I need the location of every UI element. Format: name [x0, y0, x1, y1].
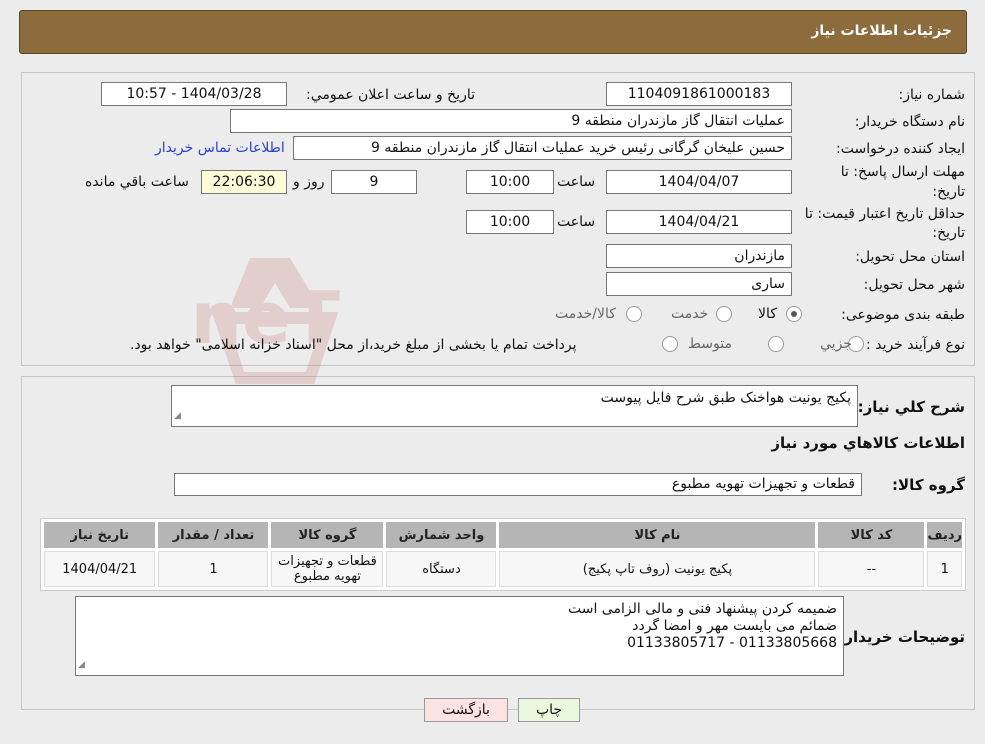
process-radio-medium[interactable]: [768, 336, 784, 352]
col-unit-header: واحد شمارش: [386, 522, 497, 548]
category-label: طبقه بندی موضوعی:: [841, 307, 965, 323]
need-number-label: شماره نیاز:: [898, 87, 966, 103]
buyer-contact-link[interactable]: اطلاعات تماس خريدار: [155, 140, 285, 156]
table-header-row: رديف کد کالا نام کالا واحد شمارش گروه کا…: [44, 522, 962, 548]
print-button[interactable]: چاپ: [518, 698, 580, 722]
category-goods-service-label: کالا/خدمت: [555, 306, 616, 322]
summary-field[interactable]: پکیج یونیت هواخنک طبق شرح فایل پیوست ◢: [171, 385, 858, 427]
resize-grip-icon[interactable]: ◢: [78, 657, 85, 674]
days-label: روز و: [293, 174, 325, 190]
col-row-header: رديف: [927, 522, 962, 548]
buyer-org-label: نام دستگاه خريدار:: [854, 114, 965, 130]
back-button[interactable]: بازگشت: [424, 698, 508, 722]
col-name-header: نام کالا: [499, 522, 816, 548]
price-validity-date: 1404/04/21: [606, 210, 792, 234]
announce-datetime-label: تاریخ و ساعت اعلان عمومي:: [306, 87, 475, 103]
category-radio-goods-service[interactable]: [626, 306, 642, 322]
city-field: ساری: [606, 272, 792, 296]
category-goods-label: کالا: [758, 306, 777, 322]
cell-date: 1404/04/21: [44, 551, 156, 587]
reply-deadline-label: مهلت ارسال پاسخ: تا: [840, 164, 965, 180]
requester-field: حسین علیخان گرگانی رئیس خرید عملیات انتق…: [293, 136, 792, 160]
city-label: شهر محل تحويل:: [863, 277, 965, 293]
requester-label: ايجاد کننده درخواست:: [836, 141, 965, 157]
reply-days-field: 9: [331, 170, 417, 194]
purchase-process-label: نوع فرآيند خريد :: [866, 337, 965, 353]
cell-name: پکیج یونیت (روف تاپ پکیج): [499, 551, 816, 587]
col-code-header: کد کالا: [818, 522, 925, 548]
summary-label: شرح کلي نياز:: [857, 398, 965, 416]
goods-section-title: اطلاعات کالاهاي مورد نياز: [771, 434, 965, 452]
page-title: جزئیات اطلاعات نیاز: [811, 23, 952, 39]
reply-deadline-date: 1404/04/07: [606, 170, 792, 194]
summary-text: پکیج یونیت هواخنک طبق شرح فایل پیوست: [600, 390, 851, 406]
province-label: استان محل تحويل:: [855, 249, 965, 265]
process-medium-label: متوسط: [688, 336, 732, 352]
reply-deadline-label-2: تاريخ:: [932, 184, 965, 200]
cell-unit: دستگاه: [386, 551, 497, 587]
buyer-org-field: عملیات انتقال گاز مازندران منطقه 9: [230, 109, 792, 133]
goods-group-field: قطعات و تجهیزات تهویه مطبوع: [174, 473, 862, 496]
col-date-header: تاريخ نياز: [44, 522, 156, 548]
price-validity-label-2: تاريخ:: [932, 225, 965, 241]
cell-code: --: [818, 551, 925, 587]
reply-deadline-time: 10:00: [466, 170, 554, 194]
remaining-time-field: 22:06:30: [201, 170, 287, 194]
need-number-field: 1104091861000183: [606, 82, 792, 106]
price-validity-label: حداقل تاريخ اعتبار قيمت: تا: [804, 206, 965, 222]
goods-group-label: گروه کالا:: [892, 476, 965, 494]
province-field: مازندران: [606, 244, 792, 268]
table-row: 1 -- پکیج یونیت (روف تاپ پکیج) دستگاه قط…: [44, 551, 962, 587]
category-service-label: خدمت: [671, 306, 709, 322]
cell-qty: 1: [158, 551, 269, 587]
page-header: جزئیات اطلاعات نیاز: [19, 10, 967, 54]
buyer-notes-label: توضيحات خريدار:: [838, 628, 965, 646]
treasury-note: پرداخت تمام يا بخشی از مبلغ خريد،از محل …: [130, 337, 577, 353]
price-validity-time: 10:00: [466, 210, 554, 234]
buyer-notes-line-3: 01133805668 - 01133805717: [627, 635, 837, 651]
category-radio-service[interactable]: [716, 306, 732, 322]
remaining-label: ساعت باقي مانده: [85, 174, 189, 190]
col-group-header: گروه کالا: [271, 522, 384, 548]
buyer-notes-line-1: ضمیمه کردن پیشنهاد فنی و مالی الزامی است: [567, 601, 837, 617]
col-qty-header: تعداد / مقدار: [158, 522, 269, 548]
resize-grip-icon[interactable]: ◢: [174, 408, 181, 425]
announce-datetime-field: 1404/03/28 - 10:57: [101, 82, 287, 106]
reply-time-label: ساعت: [557, 174, 596, 190]
cell-row: 1: [927, 551, 962, 587]
buyer-notes-line-2: ضمائم می بایست مهر و امضا گردد: [632, 618, 837, 634]
goods-table: رديف کد کالا نام کالا واحد شمارش گروه کا…: [40, 518, 966, 591]
cell-group: قطعات و تجهیزات تهویه مطبوع: [271, 551, 384, 587]
buyer-notes-field[interactable]: ضمیمه کردن پیشنهاد فنی و مالی الزامی است…: [75, 596, 844, 676]
treasury-checkbox[interactable]: [662, 336, 678, 352]
price-time-label: ساعت: [557, 214, 596, 230]
process-small-label: جزيي: [820, 336, 852, 352]
category-radio-goods[interactable]: [786, 306, 802, 322]
